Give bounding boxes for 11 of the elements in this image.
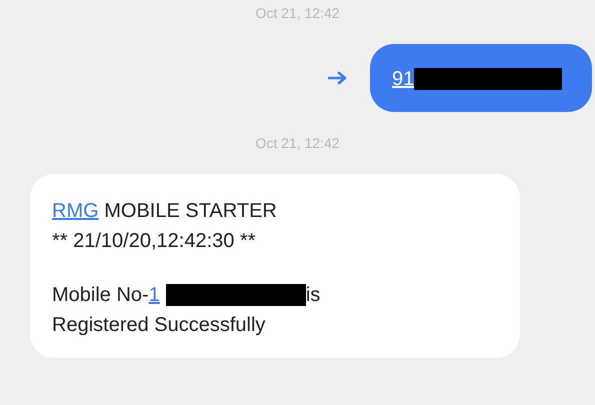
message-text: Mobile No- (52, 283, 149, 308)
message-bubble[interactable]: 91 (370, 44, 592, 112)
message-text: is (306, 283, 320, 308)
link[interactable]: RMG (52, 196, 99, 226)
message-text: Registered Successfully (52, 313, 266, 338)
message-text: ** 21/10/20,12:42:30 ** (52, 229, 256, 254)
message-bubble[interactable]: RMG MOBILE STARTER ** 21/10/20,12:42:30 ** Mobile No-1 is Registered Successfully (30, 174, 520, 358)
message-text: MOBILE STARTER (103, 199, 277, 224)
arrow-icon (328, 71, 348, 85)
link[interactable]: 91 (392, 64, 414, 94)
link[interactable]: 1 (148, 280, 160, 310)
